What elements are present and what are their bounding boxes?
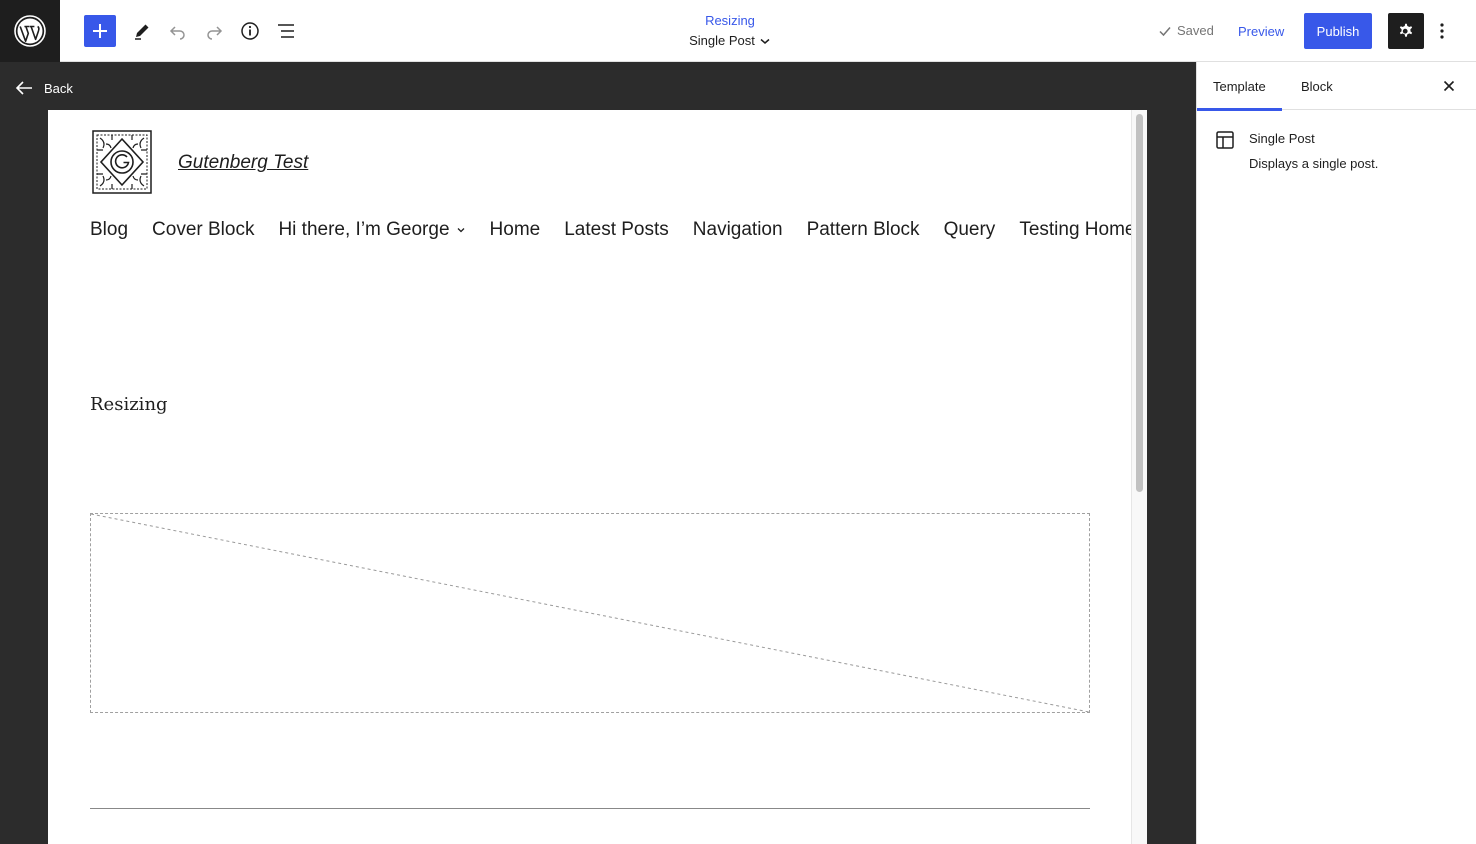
- nav-item-cover-block[interactable]: Cover Block: [152, 216, 254, 244]
- more-vertical-icon: [1440, 23, 1444, 39]
- nav-item-label: Testing Home: [1019, 219, 1136, 240]
- chevron-down-icon: [760, 38, 770, 44]
- site-logo[interactable]: [92, 130, 152, 194]
- nav-item-testing-home[interactable]: Testing Home: [1019, 216, 1135, 244]
- chevron-down-icon: [457, 228, 464, 233]
- wordpress-logo-button[interactable]: [0, 0, 60, 62]
- nav-item-pattern-block[interactable]: Pattern Block: [807, 216, 920, 244]
- nav-item-label: Hi there, I’m George: [278, 219, 450, 240]
- gear-icon: [1399, 23, 1413, 37]
- list-view-button[interactable]: [270, 15, 302, 47]
- nav-item-label: Cover Block: [152, 219, 255, 240]
- canvas-scrollbar[interactable]: [1131, 110, 1147, 844]
- featured-image-placeholder[interactable]: [90, 513, 1090, 713]
- pencil-icon: [135, 24, 149, 40]
- nav-item-label: Pattern Block: [806, 219, 920, 240]
- nav-item-label: Blog: [90, 219, 129, 240]
- save-status: Saved: [1157, 22, 1214, 40]
- template-switcher[interactable]: Single Post: [689, 30, 771, 52]
- nav-item-label: Navigation: [692, 219, 783, 240]
- check-icon: [1159, 27, 1171, 37]
- undo-button[interactable]: [162, 15, 194, 47]
- redo-button[interactable]: [198, 15, 230, 47]
- template-name: Single Post: [689, 33, 755, 48]
- wordpress-icon: [14, 15, 46, 47]
- layout-icon: [1216, 131, 1234, 149]
- details-button[interactable]: [234, 15, 266, 47]
- settings-button[interactable]: [1388, 13, 1424, 49]
- arrow-left-icon: [15, 81, 32, 95]
- settings-sidebar: Template Block Single Post Displays a si…: [1196, 62, 1476, 844]
- editor-header: Resizing Single Post Saved Preview Publi…: [0, 0, 1476, 62]
- tab-template[interactable]: Template: [1197, 62, 1282, 111]
- nav-item-home[interactable]: Home: [490, 216, 541, 244]
- nav-item-hi-there[interactable]: Hi there, I’m George: [278, 216, 465, 244]
- nav-item-label: Query: [943, 219, 996, 240]
- close-sidebar-button[interactable]: [1437, 74, 1461, 98]
- redo-icon: [207, 26, 223, 40]
- editor-canvas[interactable]: Gutenberg Test Blog Cover Block Hi there…: [48, 110, 1147, 844]
- site-editor: Resizing Single Post Saved Preview Publi…: [0, 0, 1476, 844]
- template-title: Single Post: [1249, 131, 1315, 146]
- nav-item-latest-posts[interactable]: Latest Posts: [564, 216, 669, 244]
- publish-button[interactable]: Publish: [1304, 13, 1372, 49]
- back-button[interactable]: Back: [14, 76, 73, 100]
- nav-item-query[interactable]: Query: [944, 216, 996, 244]
- scrollbar-thumb[interactable]: [1136, 114, 1143, 492]
- editor-canvas-area: Back Gutenberg Test Blog Cover Block Hi …: [0, 62, 1196, 844]
- site-logo-image: [92, 130, 152, 194]
- nav-item-label: Latest Posts: [564, 219, 669, 240]
- plus-icon: [93, 24, 107, 38]
- list-view-icon: [278, 24, 294, 38]
- info-icon: [241, 22, 259, 40]
- separator: [90, 808, 1090, 809]
- close-icon: [1443, 80, 1455, 92]
- placeholder-diagonal: [91, 514, 1089, 712]
- tab-block[interactable]: Block: [1285, 62, 1349, 110]
- nav-item-navigation[interactable]: Navigation: [693, 216, 783, 244]
- options-button[interactable]: [1430, 13, 1454, 49]
- navigation-menu: Blog Cover Block Hi there, I’m George Ho…: [90, 216, 1135, 244]
- post-title[interactable]: Resizing: [90, 392, 168, 418]
- site-title[interactable]: Gutenberg Test: [178, 151, 308, 175]
- nav-item-blog[interactable]: Blog: [90, 216, 128, 244]
- tools-button[interactable]: [126, 15, 158, 47]
- post-name[interactable]: Resizing: [630, 12, 830, 30]
- back-label: Back: [44, 80, 73, 96]
- nav-item-label: Home: [489, 219, 541, 240]
- document-title: Resizing Single Post: [630, 12, 830, 52]
- preview-button[interactable]: Preview: [1230, 13, 1292, 49]
- undo-icon: [169, 26, 185, 40]
- sidebar-tabs: Template Block: [1197, 62, 1476, 111]
- saved-label: Saved: [1177, 23, 1214, 38]
- template-description: Displays a single post.: [1249, 156, 1379, 171]
- add-block-button[interactable]: [84, 15, 116, 47]
